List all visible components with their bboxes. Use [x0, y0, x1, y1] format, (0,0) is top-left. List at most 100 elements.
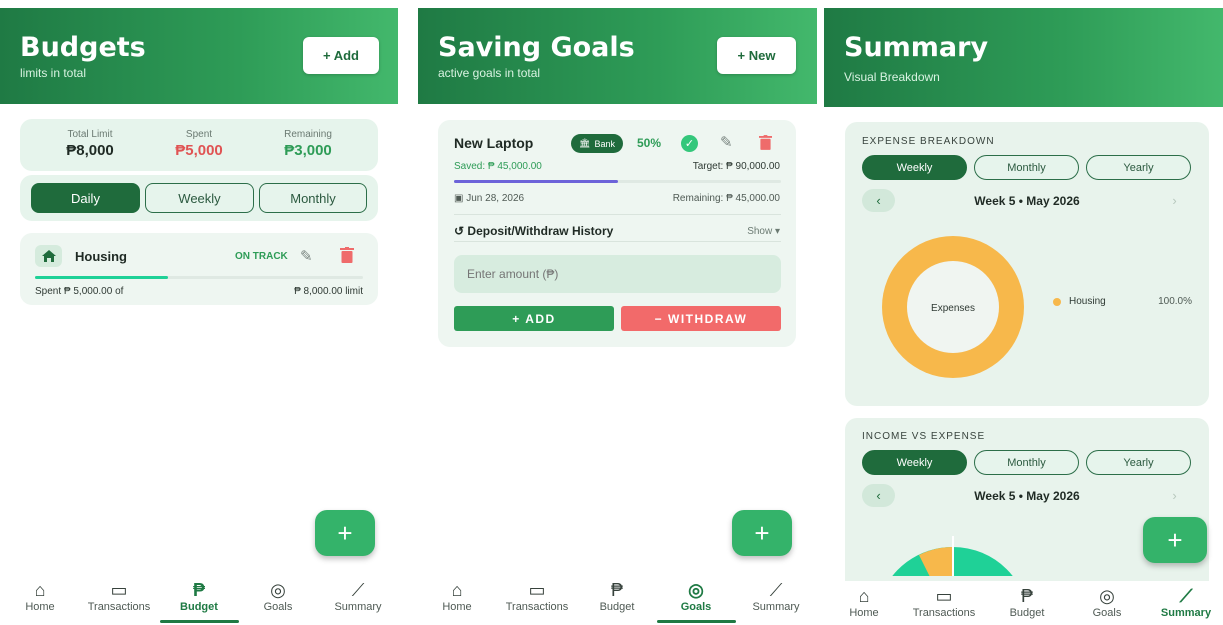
tab-yearly[interactable]: Yearly: [1086, 155, 1191, 180]
nav-budget[interactable]: ₱ Budget: [586, 579, 648, 613]
page-subtitle: active goals in total: [438, 66, 541, 80]
nav-budget[interactable]: ₱ Budget: [168, 579, 230, 613]
history-row[interactable]: ↺ Deposit/Withdraw History: [454, 224, 613, 238]
budget-item-card[interactable]: Housing ON TRACK ✎ Spent ₱ 5,000.00 of ₱…: [20, 233, 378, 305]
add-fab-button[interactable]: +: [315, 510, 375, 556]
tab-daily[interactable]: Daily: [31, 183, 140, 213]
status-badge: ON TRACK: [235, 251, 288, 262]
nav-home[interactable]: ⌂ Home: [10, 579, 70, 613]
add-budget-button[interactable]: + Add: [303, 37, 379, 74]
trend-icon: ⟋: [1179, 586, 1193, 606]
nav-summary[interactable]: ⟋ Summary: [1154, 585, 1218, 619]
page-title: Summary: [844, 32, 989, 63]
delete-icon[interactable]: [759, 135, 772, 155]
spent-stat: Spent ₱5,000: [144, 129, 254, 159]
card-heading: INCOME VS EXPENSE: [862, 431, 986, 442]
house-icon: [35, 245, 62, 267]
nav-home[interactable]: ⌂ Home: [427, 579, 487, 613]
goal-progress-track: [454, 180, 781, 183]
remaining-stat: Remaining ₱3,000: [253, 129, 363, 159]
nav-budget[interactable]: ₱ Budget: [996, 585, 1058, 619]
card-heading: EXPENSE BREAKDOWN: [862, 136, 995, 147]
summary-screen: Summary Visual Breakdown EXPENSE BREAKDO…: [824, 8, 1223, 625]
withdraw-button[interactable]: − WITHDRAW: [621, 306, 781, 331]
target-icon: ◎: [270, 580, 286, 600]
history-toggle[interactable]: Show ▾: [747, 226, 780, 237]
stat-value: ₱5,000: [175, 142, 223, 159]
tab-monthly[interactable]: Monthly: [974, 450, 1079, 475]
limit-text: ₱ 8,000.00 limit: [294, 286, 363, 297]
trend-icon: ⟋: [769, 580, 783, 600]
next-period-button[interactable]: ›: [1158, 484, 1191, 507]
stat-label: Total Limit: [67, 129, 113, 140]
goals-screen: Saving Goals active goals in total + New…: [418, 8, 817, 625]
nav-transactions[interactable]: ▭ Transactions: [78, 579, 160, 613]
goal-date-text: Jun 28, 2026: [466, 193, 525, 204]
complete-icon[interactable]: ✓: [681, 135, 698, 152]
trend-icon: ⟋: [351, 580, 365, 600]
tab-monthly[interactable]: Monthly: [974, 155, 1079, 180]
goal-percent: 50%: [637, 136, 662, 150]
target-icon: ◎: [688, 580, 704, 600]
nav-label: Transactions: [912, 607, 976, 619]
amount-input[interactable]: [454, 255, 781, 293]
spent-text: Spent ₱ 5,000.00 of: [35, 286, 124, 297]
nav-goals[interactable]: ◎ Goals: [248, 579, 308, 613]
nav-label: Goals: [680, 601, 712, 613]
legend-value: 100.0%: [1158, 296, 1192, 307]
nav-label: Home: [25, 601, 55, 613]
stat-label: Spent: [185, 129, 213, 140]
tab-weekly[interactable]: Weekly: [145, 183, 254, 213]
target-icon: ◎: [1099, 586, 1115, 606]
calendar-icon: ▣: [454, 193, 464, 204]
new-goal-button[interactable]: + New: [717, 37, 796, 74]
delete-icon[interactable]: [340, 247, 354, 268]
home-icon: ⌂: [34, 580, 46, 600]
goal-progress-fill: [454, 180, 618, 183]
nav-goals[interactable]: ◎ Goals: [666, 579, 726, 613]
add-deposit-button[interactable]: + ADD: [454, 306, 614, 331]
period-tabs: Daily Weekly Monthly: [20, 175, 378, 221]
nav-summary[interactable]: ⟋ Summary: [744, 579, 808, 613]
account-badge-label: Bank: [594, 138, 615, 149]
edit-icon[interactable]: ✎: [300, 247, 313, 265]
nav-goals[interactable]: ◎ Goals: [1077, 585, 1137, 619]
nav-label: Summary: [752, 601, 800, 613]
page-subtitle: limits in total: [20, 66, 87, 80]
nav-label: Summary: [1160, 607, 1212, 619]
budget-summary-card: Total Limit ₱8,000 Spent ₱5,000 Remainin…: [20, 119, 378, 171]
nav-label: Transactions: [87, 601, 151, 613]
saved-amount: Saved: ₱ 45,000.00: [454, 161, 542, 172]
tab-weekly[interactable]: Weekly: [862, 450, 967, 475]
tab-yearly[interactable]: Yearly: [1086, 450, 1191, 475]
page-subtitle: Visual Breakdown: [844, 70, 940, 84]
add-fab-button[interactable]: +: [1143, 517, 1207, 563]
peso-icon: ₱: [192, 580, 205, 600]
card-icon: ▭: [110, 580, 128, 600]
stat-value: ₱8,000: [66, 142, 114, 159]
nav-label: Budget: [180, 601, 218, 613]
bottom-nav: ⌂ Home ▭ Transactions ₱ Budget ◎ Goals ⟋…: [824, 581, 1223, 625]
income-expense-chart: [892, 536, 1013, 576]
history-label: Deposit/Withdraw History: [467, 224, 614, 238]
summary-header: Summary Visual Breakdown: [824, 8, 1223, 107]
budget-progress-fill: [35, 276, 169, 279]
budgets-header: Budgets limits in total + Add: [0, 8, 398, 104]
goals-header: Saving Goals active goals in total + New: [418, 8, 817, 104]
add-fab-button[interactable]: +: [732, 510, 792, 556]
edit-icon[interactable]: ✎: [720, 133, 733, 151]
nav-home[interactable]: ⌂ Home: [834, 585, 894, 619]
expense-donut-chart: Expenses: [882, 236, 1024, 378]
nav-transactions[interactable]: ▭ Transactions: [903, 585, 985, 619]
peso-icon: ₱: [1020, 586, 1033, 606]
next-period-button[interactable]: ›: [1158, 189, 1191, 212]
period-label: Week 5 • May 2026: [974, 489, 1080, 503]
goal-date: ▣ Jun 28, 2026: [454, 193, 524, 204]
nav-transactions[interactable]: ▭ Transactions: [496, 579, 578, 613]
income-expense-card: INCOME VS EXPENSE Weekly Monthly Yearly …: [845, 418, 1209, 598]
legend-label: Housing: [1069, 296, 1106, 307]
page-title: Budgets: [20, 32, 146, 63]
tab-weekly[interactable]: Weekly: [862, 155, 967, 180]
nav-summary[interactable]: ⟋ Summary: [326, 579, 390, 613]
tab-monthly[interactable]: Monthly: [259, 183, 367, 213]
